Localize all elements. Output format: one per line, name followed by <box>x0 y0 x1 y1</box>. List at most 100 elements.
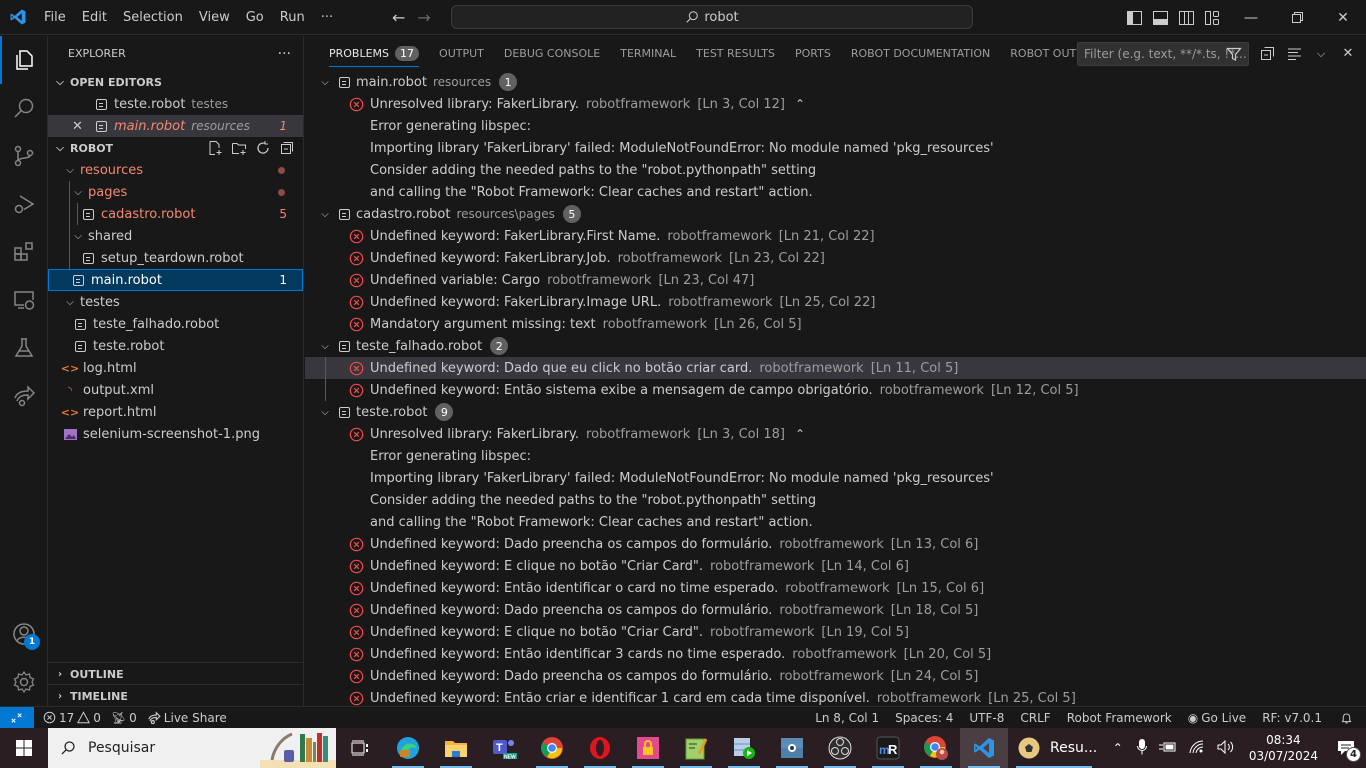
language-mode[interactable]: Robot Framework <box>1062 711 1177 725</box>
clock[interactable]: 08:34 03/07/2024 <box>1241 732 1326 764</box>
refresh-icon[interactable] <box>255 140 271 156</box>
menu-more[interactable]: ··· <box>313 0 341 35</box>
ports-status[interactable]: 📡︎ 0 <box>106 711 142 725</box>
microphone-icon[interactable] <box>1131 738 1153 758</box>
problem-item[interactable]: Undefined keyword: FakerLibrary.Job. robo… <box>305 247 1366 269</box>
taskbar-mremoteng-icon[interactable]: mR <box>864 728 912 768</box>
volume-icon[interactable] <box>1211 739 1241 757</box>
tree-file-report-html[interactable]: <> report.html <box>48 401 303 423</box>
activity-remote-explorer[interactable] <box>0 276 48 324</box>
tab-problems[interactable]: PROBLEMS 17 <box>319 36 429 71</box>
open-editor-teste-robot[interactable]: teste.robot testes <box>48 93 303 115</box>
toggle-primary-sidebar-icon[interactable] <box>1126 10 1142 26</box>
go-live-button[interactable]: ◉ Go Live <box>1183 711 1251 725</box>
tree-folder-pages[interactable]: ⌵ pages <box>48 181 303 203</box>
timeline-header[interactable]: › TIMELINE <box>48 685 304 707</box>
menu-go[interactable]: Go <box>238 0 272 35</box>
activity-extensions[interactable] <box>0 228 48 276</box>
problem-item[interactable]: Undefined keyword: FakerLibrary.Image UR… <box>305 291 1366 313</box>
close-panel-icon[interactable]: ✕ <box>1339 45 1357 63</box>
tree-file-main-robot[interactable]: main.robot 1 <box>48 269 303 291</box>
problems-file-group[interactable]: ⌵ cadastro.robot resources\pages 5 <box>305 203 1366 225</box>
explorer-more-actions[interactable]: ··· <box>278 46 291 62</box>
open-editors-header[interactable]: ⌵ OPEN EDITORS <box>48 71 303 93</box>
collapse-all-icon[interactable] <box>279 140 295 156</box>
forward-arrow-icon[interactable]: → <box>417 8 430 27</box>
tree-file-teste-robot[interactable]: teste.robot <box>48 335 303 357</box>
tree-file-output-xml[interactable]: ◝ output.xml <box>48 379 303 401</box>
problem-item[interactable]: Undefined keyword: Então sistema exibe a… <box>305 379 1366 401</box>
robot-folder-header[interactable]: ⌵ ROBOT <box>48 137 303 159</box>
taskbar-search[interactable]: Pesquisar <box>48 728 336 768</box>
tree-file-screenshot-png[interactable]: selenium-screenshot-1.png <box>48 423 303 445</box>
outline-header[interactable]: › OUTLINE <box>48 663 304 685</box>
taskbar-lock-app-icon[interactable] <box>624 728 672 768</box>
problem-item[interactable]: Undefined keyword: Então identificar 3 c… <box>305 643 1366 665</box>
cursor-position[interactable]: Ln 8, Col 1 <box>810 711 884 725</box>
menu-file[interactable]: File <box>36 0 74 35</box>
problem-item[interactable]: Undefined keyword: Então identificar o c… <box>305 577 1366 599</box>
taskbar-screen-app-icon[interactable] <box>768 728 816 768</box>
tab-output[interactable]: OUTPUT <box>429 36 494 71</box>
live-share-status[interactable]: Live Share <box>142 711 232 725</box>
tab-robot-documentation[interactable]: ROBOT DOCUMENTATION <box>841 36 1000 71</box>
problem-item[interactable]: Undefined keyword: E clique no botão "Cr… <box>305 555 1366 577</box>
tree-folder-testes[interactable]: ⌵ testes <box>48 291 303 313</box>
toggle-panel-icon[interactable] <box>1152 10 1168 26</box>
problem-item[interactable]: Undefined keyword: Dado preencha os camp… <box>305 533 1366 555</box>
problem-item[interactable]: Undefined keyword: E clique no botão "Cr… <box>305 621 1366 643</box>
activity-manage[interactable] <box>0 658 48 706</box>
activity-source-control[interactable] <box>0 132 48 180</box>
filter-funnel-icon[interactable] <box>1226 46 1242 62</box>
problem-item[interactable]: Mandatory argument missing: text robotfra… <box>305 313 1366 335</box>
back-arrow-icon[interactable]: ← <box>392 8 405 27</box>
activity-live-share[interactable] <box>0 372 48 420</box>
taskbar-edge-icon[interactable] <box>384 728 432 768</box>
view-as-list-icon[interactable] <box>1285 45 1303 63</box>
wifi-icon[interactable] <box>1183 739 1211 757</box>
tree-file-setup-teardown[interactable]: setup_teardown.robot <box>48 247 303 269</box>
chevron-down-icon[interactable]: ⌵ <box>1312 45 1330 63</box>
end-of-line[interactable]: CRLF <box>1015 711 1055 725</box>
new-file-icon[interactable] <box>207 140 223 156</box>
problems-file-group[interactable]: ⌵ main.robot resources 1 <box>305 71 1366 93</box>
close-window-icon[interactable]: ✕ <box>1320 0 1366 35</box>
taskbar-chrome-profile-icon[interactable] <box>912 728 960 768</box>
tab-terminal[interactable]: TERMINAL <box>610 36 686 71</box>
taskbar-running-app[interactable]: Resu... <box>1008 728 1100 768</box>
minimize-icon[interactable]: — <box>1228 0 1274 35</box>
remote-indicator[interactable] <box>0 706 34 729</box>
taskbar-file-explorer-icon[interactable] <box>432 728 480 768</box>
tab-debug-console[interactable]: DEBUG CONSOLE <box>494 36 610 71</box>
taskbar-vscode-icon[interactable] <box>960 728 1008 768</box>
restore-icon[interactable] <box>1274 0 1320 35</box>
tree-file-log-html[interactable]: <> log.html <box>48 357 303 379</box>
tab-test-results[interactable]: TEST RESULTS <box>686 36 785 71</box>
problem-item[interactable]: Unresolved library: FakerLibrary. robotfr… <box>305 93 1366 115</box>
menu-edit[interactable]: Edit <box>74 0 115 35</box>
taskbar-opera-icon[interactable] <box>576 728 624 768</box>
activity-explorer[interactable] <box>0 36 48 84</box>
chevron-up-icon[interactable]: ⌃ <box>795 97 805 111</box>
tree-file-teste-falhado[interactable]: teste_falhado.robot <box>48 313 303 335</box>
encoding[interactable]: UTF-8 <box>964 711 1009 725</box>
menu-run[interactable]: Run <box>272 0 313 35</box>
menu-view[interactable]: View <box>191 0 238 35</box>
problems-status[interactable]: 17 0 <box>38 711 106 725</box>
taskbar-notepadpp-icon[interactable] <box>672 728 720 768</box>
customize-layout-icon[interactable] <box>1204 10 1220 26</box>
open-editor-main-robot[interactable]: ✕ main.robot resources 1 <box>48 115 303 137</box>
problems-filter-input[interactable]: Filter (e.g. text, **/*.ts, !*... <box>1077 42 1249 66</box>
rf-version[interactable]: RF: v7.0.1 <box>1257 711 1327 725</box>
activity-run-debug[interactable] <box>0 180 48 228</box>
problem-item[interactable]: Undefined keyword: Dado que eu click no … <box>305 357 1366 379</box>
tree-folder-resources[interactable]: ⌵ resources <box>48 159 303 181</box>
collapse-all-icon[interactable] <box>1258 45 1276 63</box>
problem-item[interactable]: Undefined keyword: FakerLibrary.First Na… <box>305 225 1366 247</box>
activity-accounts[interactable]: 1 <box>0 610 48 658</box>
action-center-button[interactable]: 4 <box>1326 728 1366 768</box>
taskbar-media-app-icon[interactable] <box>720 728 768 768</box>
start-button[interactable] <box>0 728 48 768</box>
problem-item[interactable]: Unresolved library: FakerLibrary. robotfr… <box>305 423 1366 445</box>
problems-file-group[interactable]: ⌵ teste_falhado.robot 2 <box>305 335 1366 357</box>
